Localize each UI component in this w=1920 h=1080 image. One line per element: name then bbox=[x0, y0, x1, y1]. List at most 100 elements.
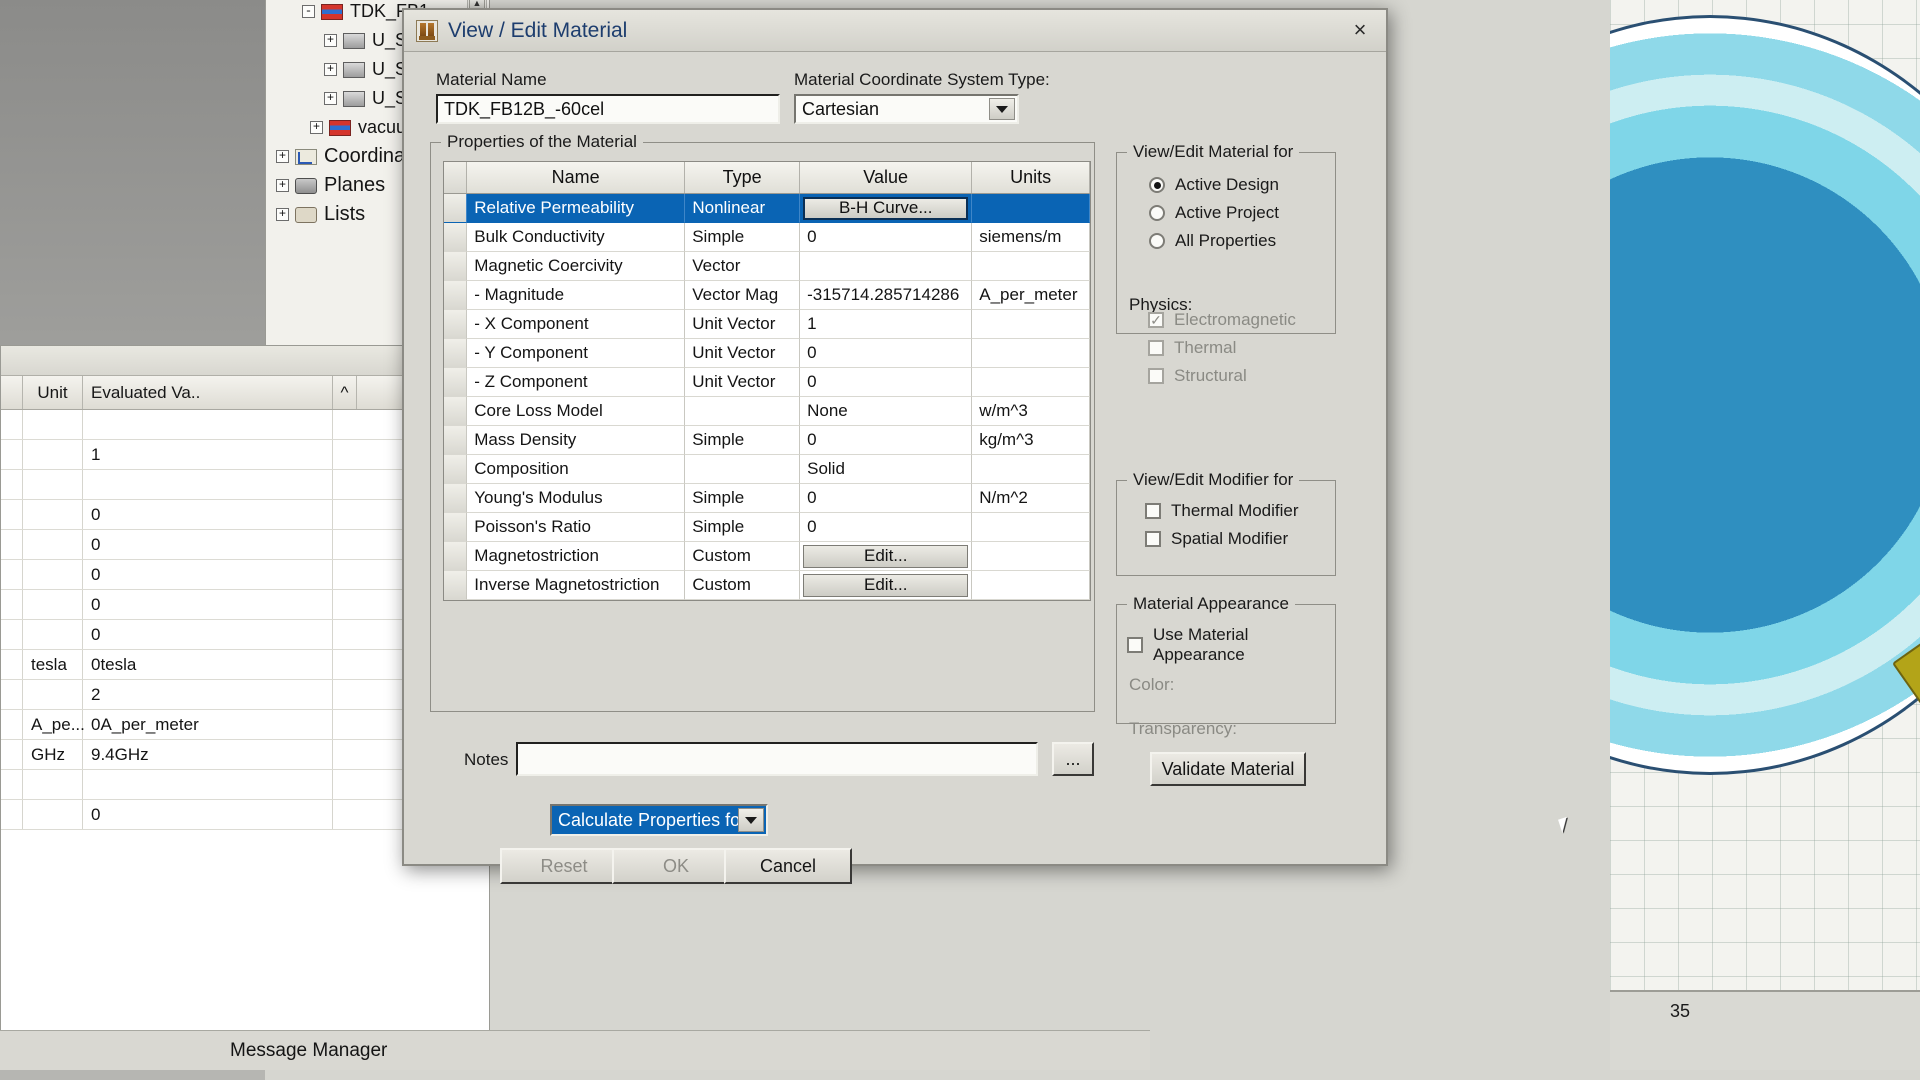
grid-header-unit[interactable]: Unit bbox=[23, 376, 83, 409]
checkbox-structural[interactable]: Structural bbox=[1148, 366, 1338, 386]
row-selector-cell[interactable] bbox=[444, 339, 468, 368]
material-name-input[interactable]: TDK_FB12B_-60cel bbox=[436, 94, 780, 124]
header-value[interactable]: Value bbox=[800, 162, 973, 193]
tree-expander-icon[interactable]: + bbox=[276, 150, 289, 163]
row-selector-cell[interactable] bbox=[444, 223, 468, 252]
checkbox-icon[interactable] bbox=[1145, 503, 1161, 519]
row-selector-cell[interactable] bbox=[444, 513, 468, 542]
property-row[interactable]: Young's Modulus Simple 0 N/m^2 bbox=[444, 484, 1090, 513]
property-value-cell[interactable]: 0 bbox=[800, 223, 973, 252]
model-viewport[interactable]: 35 simol bbox=[1610, 0, 1920, 1070]
property-row[interactable]: Magnetic Coercivity Vector bbox=[444, 252, 1090, 281]
property-row[interactable]: - Magnitude Vector Mag -315714.285714286 A_… bbox=[444, 281, 1090, 310]
radio-icon[interactable] bbox=[1149, 233, 1165, 249]
radio-icon[interactable] bbox=[1149, 205, 1165, 221]
grid-header-sort-icon[interactable]: ^ bbox=[333, 376, 357, 409]
property-value-cell[interactable] bbox=[800, 252, 973, 281]
property-value-button[interactable]: B-H Curve... bbox=[803, 196, 969, 220]
tree-expander-icon[interactable]: + bbox=[276, 179, 289, 192]
dock-evaluated-value-cell: 9.4GHz bbox=[83, 740, 333, 769]
property-value-cell[interactable]: None bbox=[800, 397, 973, 426]
property-value-button[interactable]: Edit... bbox=[803, 544, 969, 568]
property-value-cell[interactable]: 0 bbox=[800, 368, 973, 397]
close-icon[interactable]: × bbox=[1348, 19, 1372, 42]
reset-button[interactable]: Reset bbox=[500, 848, 628, 884]
header-type[interactable]: Type bbox=[685, 162, 801, 193]
chevron-down-icon[interactable] bbox=[989, 98, 1015, 120]
property-value-cell[interactable]: Solid bbox=[800, 455, 973, 484]
row-selector-cell[interactable] bbox=[444, 252, 468, 281]
calculate-properties-select[interactable]: Calculate Properties for: bbox=[550, 804, 768, 836]
radio-active-project[interactable]: Active Project bbox=[1149, 203, 1335, 223]
property-row[interactable]: Relative Permeability Nonlinear B-H Curve.… bbox=[444, 194, 1091, 223]
row-selector-cell[interactable] bbox=[444, 310, 468, 339]
property-value-cell[interactable]: Edit... bbox=[800, 542, 973, 571]
tree-expander-icon[interactable]: + bbox=[324, 92, 337, 105]
material-properties-table[interactable]: Name Type Value Units Relative Permeabil… bbox=[443, 161, 1091, 601]
checkbox-thermal[interactable]: Thermal bbox=[1148, 338, 1338, 358]
property-value-cell[interactable]: -315714.285714286 bbox=[800, 281, 973, 310]
property-row[interactable]: Core Loss Model None w/m^3 bbox=[444, 397, 1090, 426]
row-selector-cell[interactable] bbox=[444, 368, 468, 397]
row-selector-cell[interactable] bbox=[444, 484, 468, 513]
property-row[interactable]: Mass Density Simple 0 kg/m^3 bbox=[444, 426, 1090, 455]
property-row[interactable]: - Y Component Unit Vector 0 bbox=[444, 339, 1090, 368]
chevron-down-icon[interactable] bbox=[738, 808, 764, 832]
checkbox-electromagnetic[interactable]: ✓ Electromagnetic bbox=[1148, 310, 1338, 330]
header-units[interactable]: Units bbox=[972, 162, 1090, 193]
checkbox-spatial-modifier[interactable]: Spatial Modifier bbox=[1145, 529, 1335, 549]
tree-expander-icon[interactable]: + bbox=[324, 34, 337, 47]
row-selector-cell[interactable] bbox=[444, 542, 468, 571]
cancel-button[interactable]: Cancel bbox=[724, 848, 852, 884]
property-value-cell[interactable]: 0 bbox=[800, 426, 973, 455]
dock-unit-cell bbox=[23, 470, 83, 499]
checkbox-use-material-appearance[interactable]: Use Material Appearance bbox=[1127, 625, 1335, 665]
checkbox-label: Use Material Appearance bbox=[1153, 625, 1249, 664]
property-value-cell[interactable]: 0 bbox=[800, 339, 973, 368]
checkbox-icon[interactable] bbox=[1127, 637, 1143, 653]
coordinate-system-select[interactable]: Cartesian bbox=[794, 94, 1019, 124]
property-value-cell[interactable]: B-H Curve... bbox=[800, 194, 973, 223]
row-selector-cell[interactable] bbox=[444, 194, 468, 223]
dock-evaluated-value-cell: 0 bbox=[83, 800, 333, 829]
checkbox-icon[interactable] bbox=[1145, 531, 1161, 547]
property-value-cell[interactable]: 0 bbox=[800, 513, 973, 542]
radio-icon[interactable] bbox=[1149, 177, 1165, 193]
tree-expander-icon[interactable]: + bbox=[276, 208, 289, 221]
checkbox-icon[interactable]: ✓ bbox=[1148, 312, 1164, 328]
checkbox-icon[interactable] bbox=[1148, 368, 1164, 384]
message-manager-label: Message Manager bbox=[230, 1039, 388, 1061]
property-row[interactable]: Inverse Magnetostriction Custom Edit... bbox=[444, 571, 1091, 600]
checkbox-thermal-modifier[interactable]: Thermal Modifier bbox=[1145, 501, 1335, 521]
radio-active-design[interactable]: Active Design bbox=[1149, 175, 1335, 195]
property-row[interactable]: Composition Solid bbox=[444, 455, 1090, 484]
ok-button[interactable]: OK bbox=[612, 848, 740, 884]
tree-expander-icon[interactable]: + bbox=[324, 63, 337, 76]
property-row[interactable]: Poisson's Ratio Simple 0 bbox=[444, 513, 1090, 542]
property-value-cell[interactable]: Edit... bbox=[800, 571, 973, 600]
dock-unit-cell bbox=[23, 800, 83, 829]
row-selector-cell[interactable] bbox=[444, 281, 468, 310]
dialog-titlebar[interactable]: View / Edit Material × bbox=[404, 10, 1386, 52]
tree-expander-icon[interactable]: - bbox=[302, 5, 315, 18]
property-row[interactable]: Bulk Conductivity Simple 0 siemens/m bbox=[444, 223, 1090, 252]
row-selector-cell[interactable] bbox=[444, 455, 468, 484]
radio-all-properties[interactable]: All Properties bbox=[1149, 231, 1335, 251]
row-selector-cell[interactable] bbox=[444, 397, 468, 426]
row-selector-cell[interactable] bbox=[444, 571, 468, 600]
header-name[interactable]: Name bbox=[467, 162, 686, 193]
tree-expander-icon[interactable]: + bbox=[310, 121, 323, 134]
validate-material-button[interactable]: Validate Material bbox=[1150, 752, 1306, 786]
grid-header-evaluated-value[interactable]: Evaluated Va.. bbox=[83, 376, 333, 409]
property-row[interactable]: - X Component Unit Vector 1 bbox=[444, 310, 1090, 339]
property-row[interactable]: - Z Component Unit Vector 0 bbox=[444, 368, 1090, 397]
property-type-cell: Unit Vector bbox=[685, 339, 801, 368]
property-row[interactable]: Magnetostriction Custom Edit... bbox=[444, 542, 1091, 571]
notes-input[interactable] bbox=[516, 742, 1038, 776]
notes-browse-button[interactable]: ... bbox=[1052, 742, 1094, 776]
property-value-cell[interactable]: 0 bbox=[800, 484, 973, 513]
checkbox-icon[interactable] bbox=[1148, 340, 1164, 356]
property-value-button[interactable]: Edit... bbox=[803, 573, 969, 597]
row-selector-cell[interactable] bbox=[444, 426, 468, 455]
property-value-cell[interactable]: 1 bbox=[800, 310, 973, 339]
